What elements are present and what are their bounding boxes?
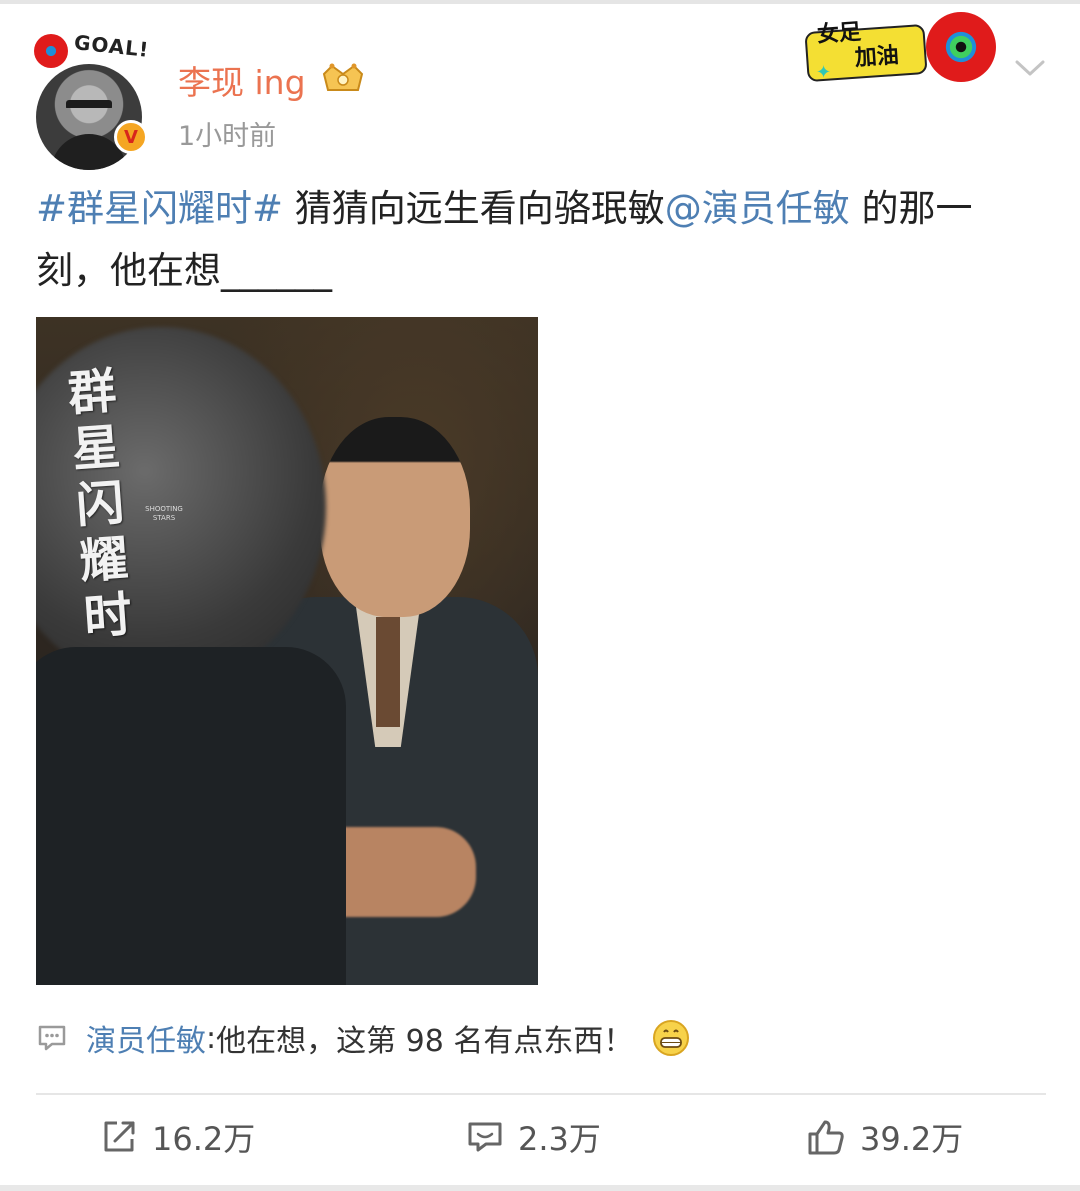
verified-icon: V — [114, 120, 148, 154]
image-head — [320, 417, 470, 617]
comment-text: 他在想，这第 98 名有点东西！ — [216, 1024, 634, 1059]
post-timestamp: 1小时前 — [178, 121, 277, 152]
avatar[interactable]: GOAL! V — [28, 24, 158, 170]
comment-author[interactable]: 演员任敏 — [86, 1016, 206, 1060]
thumbs-up-icon — [808, 1120, 844, 1155]
featured-comment[interactable]: 演员任敏: 他在想，这第 98 名有点东西！ — [36, 1012, 1036, 1064]
goal-pendant: GOAL! — [34, 28, 154, 68]
like-count: 39.2万 — [860, 1120, 964, 1158]
poster-subtitle: SHOOTING STARS — [145, 505, 183, 522]
topic-link[interactable]: #群星闪耀时# — [36, 187, 283, 230]
repost-count: 16.2万 — [152, 1120, 256, 1158]
chevron-down-icon[interactable] — [1012, 52, 1048, 82]
grin-emoji-icon — [653, 1020, 690, 1056]
post-text-part-1: 猜猜向远生看向骆珉敏 — [283, 187, 665, 230]
avatar-glasses — [66, 100, 112, 110]
goal-text: GOAL! — [72, 30, 151, 62]
comment-icon — [468, 1122, 502, 1152]
vip-crown-icon[interactable] — [320, 60, 366, 94]
like-button[interactable]: 39.2万 — [806, 1112, 963, 1162]
comment-button[interactable]: 2.3万 — [466, 1112, 601, 1162]
action-divider — [36, 1093, 1046, 1095]
star-icon: ✦ — [816, 62, 832, 83]
post-text: #群星闪耀时# 猜猜向远生看向骆珉敏@演员任敏 的那一刻，他在想______ — [36, 178, 1036, 302]
username[interactable]: 李现 ing — [178, 56, 306, 104]
repost-button[interactable]: 16.2万 — [100, 1112, 255, 1162]
flower-icon — [926, 12, 996, 82]
repost-icon — [104, 1121, 135, 1152]
weibo-post-card: GOAL! V 李现 ing 1小时前 女足 加油 ✦ #群星闪耀时# 猜猜向远… — [0, 0, 1080, 1191]
bottom-divider — [0, 1185, 1080, 1191]
image-foreground-body — [36, 647, 346, 985]
image-tie — [376, 617, 400, 727]
comment-separator: : — [206, 1020, 217, 1056]
card-sticker: 女足 加油 ✦ — [800, 10, 1010, 86]
flower-icon — [34, 34, 68, 68]
avatar-photo[interactable] — [36, 64, 142, 170]
comment-bubble-icon — [38, 1025, 66, 1051]
post-image[interactable]: 群星闪耀时 SHOOTING STARS — [36, 317, 538, 985]
mention-link[interactable]: @演员任敏 — [665, 187, 850, 230]
top-divider — [0, 0, 1080, 4]
comment-count: 2.3万 — [518, 1120, 601, 1158]
